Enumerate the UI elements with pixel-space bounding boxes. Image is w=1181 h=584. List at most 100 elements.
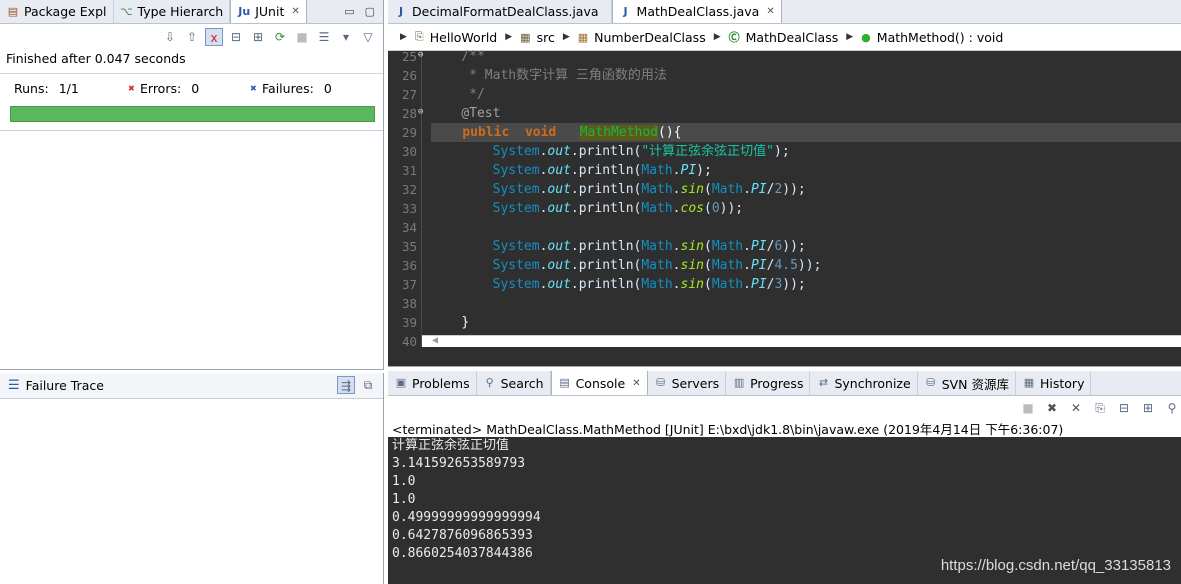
tab-package-explorer[interactable]: ▤ Package Expl (0, 0, 114, 23)
tab-svn-repository[interactable]: ⛁ SVN 资源库 (918, 371, 1016, 395)
failures-stat: ✖ Failures: 0 (250, 81, 332, 96)
breadcrumb-start-icon: ▶ (400, 32, 407, 42)
code-line: System.out.println(Math.sin(Math.PI/2)); (492, 182, 806, 197)
pin-console-icon[interactable]: ⚲ (1163, 399, 1181, 417)
rerun-failed-icon[interactable]: ⟳ (271, 28, 289, 46)
tab-label: Servers (671, 375, 720, 391)
line-number: 30 (402, 144, 418, 159)
search-icon: ⚲ (485, 376, 494, 389)
console-output-line: 1.0 (392, 474, 416, 489)
failures-label: Failures: (262, 81, 314, 96)
fold-toggle-icon[interactable]: ⊖ (418, 50, 423, 60)
remove-all-launches-icon[interactable]: ✕ (1067, 399, 1085, 417)
tab-label: DecimalFormatDealClass.java (412, 4, 599, 19)
clear-console-icon[interactable]: ⎘ (1091, 399, 1109, 417)
breadcrumb-item[interactable]: HelloWorld (430, 30, 498, 45)
line-number: 37 (402, 277, 418, 292)
tab-junit[interactable]: Ju JUnit ✕ (230, 0, 307, 23)
line-number: 32 (402, 182, 418, 197)
view-menu-icon[interactable]: ▾ (337, 28, 355, 46)
tab-mathdealclass[interactable]: J MathDealClass.java ✕ (611, 0, 782, 23)
fold-toggle-icon[interactable]: ⊖ (418, 107, 423, 117)
progress-icon: ▥ (733, 376, 745, 389)
chevron-right-icon: ▶ (562, 32, 570, 42)
maximize-icon[interactable]: ▢ (365, 5, 375, 18)
code-editor: J DecimalFormatDealClass.java J MathDeal… (388, 0, 1181, 367)
test-tree[interactable] (0, 130, 383, 369)
breadcrumb-item[interactable]: MathDealClass (746, 30, 839, 45)
line-number: 39 (402, 315, 418, 330)
method-icon: ● (861, 30, 871, 44)
history-icon: ▦ (1023, 376, 1035, 389)
breadcrumb-item[interactable]: NumberDealClass (594, 30, 706, 45)
terminate-icon[interactable]: ■ (1019, 399, 1037, 417)
java-file-icon: J (623, 4, 628, 18)
tab-history[interactable]: ▦ History (1016, 371, 1092, 395)
horizontal-scrollbar[interactable]: ◀ (422, 335, 1181, 347)
junit-icon: Ju (238, 4, 251, 18)
failure-icon: ✖ (250, 83, 257, 93)
remove-launch-icon[interactable]: ✖ (1043, 399, 1061, 417)
rerun-test-icon[interactable]: ⊞ (249, 28, 267, 46)
editor-tabbar: J DecimalFormatDealClass.java J MathDeal… (388, 0, 1181, 24)
left-view-tabbar: ▤ Package Expl ⌥ Type Hierarch Ju JUnit … (0, 0, 383, 24)
tab-type-hierarchy[interactable]: ⌥ Type Hierarch (114, 0, 231, 23)
failure-trace-header: ☰ Failure Trace (0, 373, 383, 399)
line-number: 34 (402, 220, 418, 235)
tab-servers[interactable]: ⛁ Servers (648, 371, 727, 395)
close-icon[interactable]: ✕ (766, 6, 774, 17)
breadcrumb-item[interactable]: MathMethod() : void (877, 30, 1004, 45)
code-line: System.out.println("计算正弦余弦正切值"); (492, 144, 790, 159)
code-area[interactable]: 25 ⊖ 26 27 28 ⊖ 29 30 31 32 33 34 35 36 37 38 39 40 /** *… (388, 49, 1181, 349)
failures-value: 0 (323, 81, 332, 96)
scroll-lock-icon[interactable]: ⊟ (1115, 399, 1133, 417)
tab-label: Problems (412, 375, 470, 391)
next-failure-icon[interactable]: ⇩ (161, 28, 179, 46)
failure-trace-icon: ☰ (8, 378, 20, 393)
line-number: 35 (402, 239, 418, 254)
history-icon[interactable]: ☰ (315, 28, 333, 46)
compare-result-icon[interactable]: ⧉ (359, 376, 377, 394)
word-wrap-icon[interactable]: ⊞ (1139, 399, 1157, 417)
junit-toolbar: ⇩ ⇧ x ⊟ ⊞ ⟳ ■ ☰ ▾ ▽ (161, 28, 377, 46)
console-view: ▣ Problems ⚲ Search ▤ Console ✕ ⛁ Servers ▥ Progre… (388, 371, 1181, 584)
class-icon: Ⓒ (728, 31, 740, 44)
tab-label: History (1040, 375, 1085, 391)
tab-decimalformatdealclass[interactable]: J DecimalFormatDealClass.java (388, 0, 612, 23)
view-menu-chevron-icon[interactable]: ▽ (359, 28, 377, 46)
scroll-lock-icon[interactable]: ⊟ (227, 28, 245, 46)
line-number: 31 (402, 163, 418, 178)
stop-icon[interactable]: ■ (293, 28, 311, 46)
previous-failure-icon[interactable]: ⇧ (183, 28, 201, 46)
chevron-right-icon: ▶ (505, 32, 513, 42)
console-output-line: 1.0 (392, 492, 416, 507)
tab-label: MathDealClass.java (636, 4, 760, 19)
tab-console[interactable]: ▤ Console ✕ (550, 371, 648, 395)
minimize-icon[interactable]: ▭ (344, 5, 354, 18)
close-icon[interactable]: ✕ (291, 6, 299, 17)
servers-icon: ⛁ (655, 376, 666, 389)
runs-value: 1/1 (58, 81, 79, 96)
line-number: 33 (402, 201, 418, 216)
tab-label: Type Hierarch (137, 4, 224, 19)
breadcrumb-item[interactable]: src (537, 30, 555, 45)
show-failures-only-icon[interactable]: x (205, 28, 223, 46)
package-icon: ▦ (577, 30, 589, 44)
code-line: System.out.println(Math.PI); (492, 163, 712, 178)
svn-repository-icon: ⛁ (926, 376, 936, 389)
code-line: public void MathMethod(){ (431, 123, 1181, 142)
junit-view: ▤ Package Expl ⌥ Type Hierarch Ju JUnit … (0, 0, 384, 370)
tab-label: Synchronize (834, 375, 911, 391)
tab-progress[interactable]: ▥ Progress (726, 371, 811, 395)
code-line: */ (469, 87, 485, 102)
tab-synchronize[interactable]: ⇄ Synchronize (810, 371, 918, 395)
tab-problems[interactable]: ▣ Problems (388, 371, 477, 395)
console-output-line: 0.49999999999999994 (392, 510, 541, 525)
close-icon[interactable]: ✕ (632, 378, 640, 389)
failure-trace-toolbar: ⇶ ⧉ (337, 376, 377, 394)
filter-stack-icon[interactable]: ⇶ (337, 376, 355, 394)
code-line: /** (461, 49, 485, 64)
scroll-left-icon[interactable]: ◀ (432, 335, 438, 346)
tab-search[interactable]: ⚲ Search (477, 371, 551, 395)
